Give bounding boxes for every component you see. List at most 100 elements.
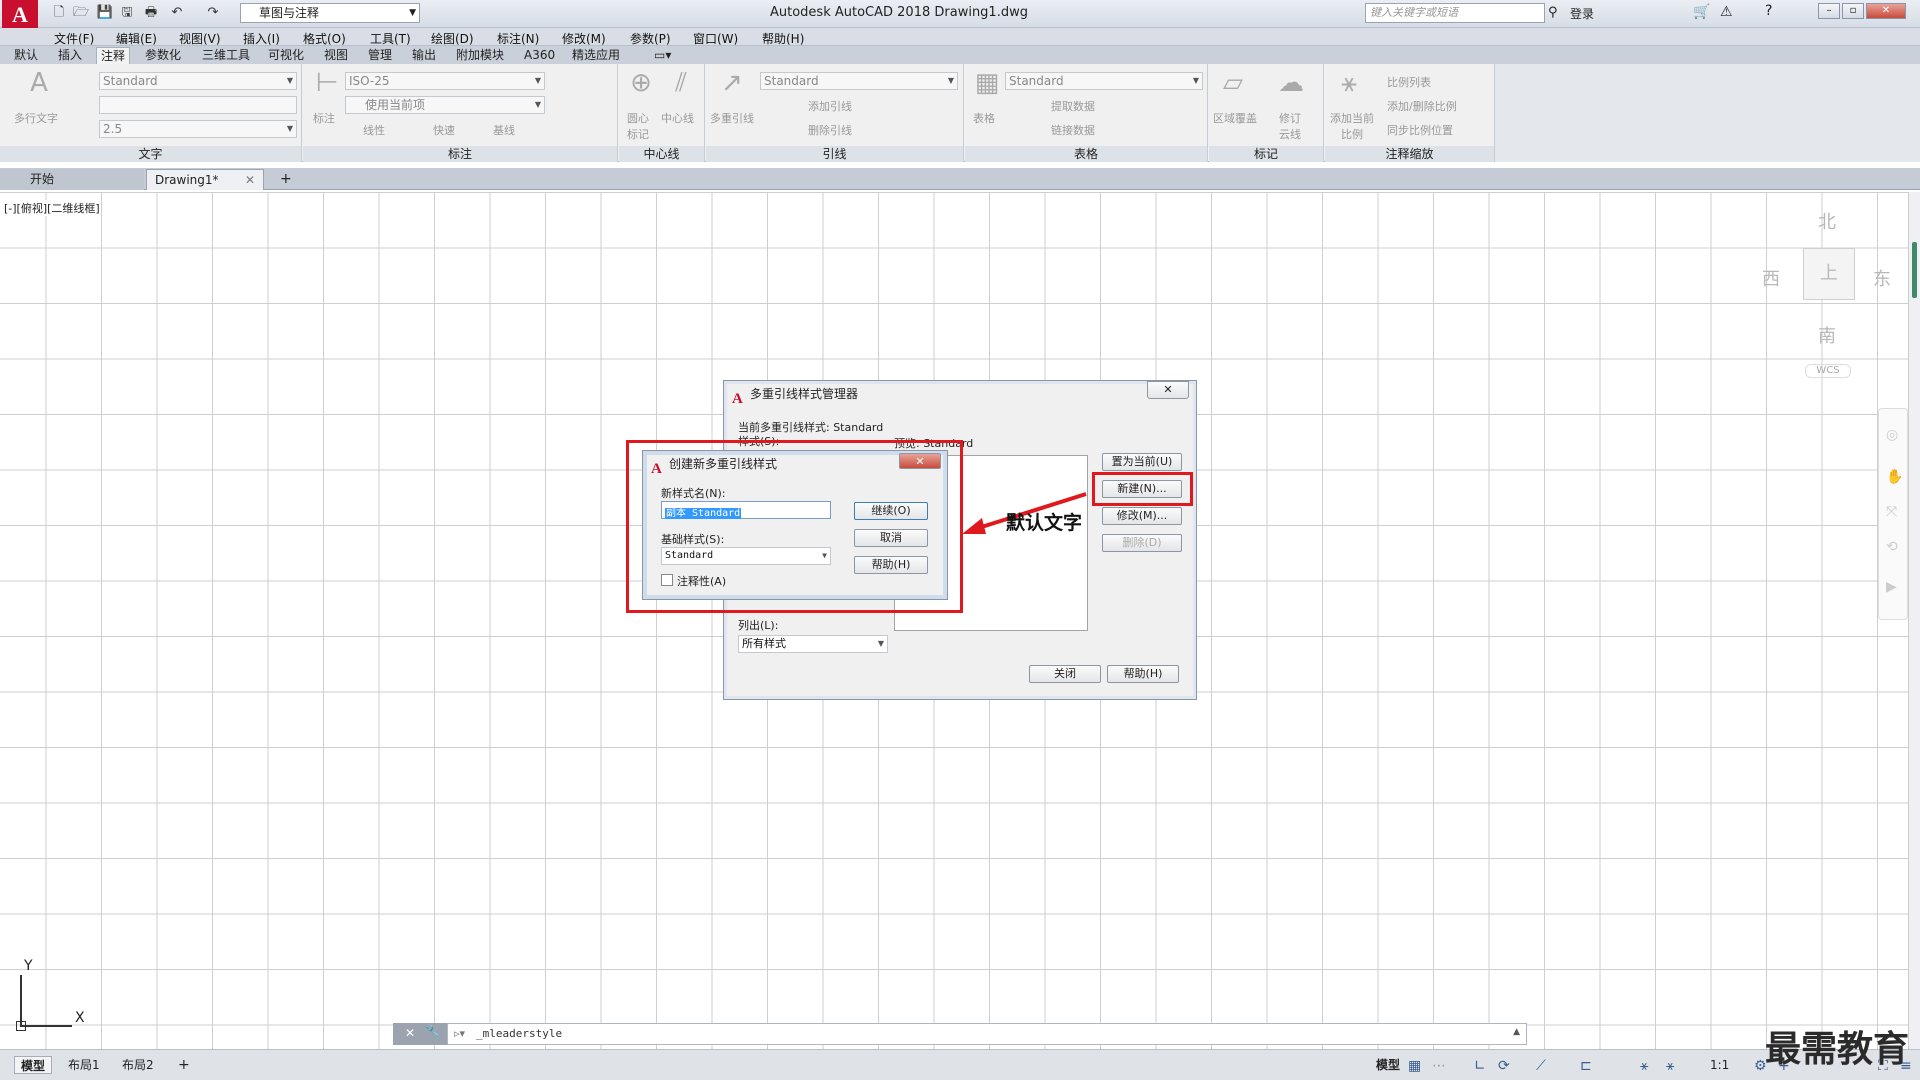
workspace-select[interactable]: 草图与注释 ▼ bbox=[240, 3, 420, 23]
revcloud-icon[interactable]: ☁ bbox=[1273, 68, 1309, 98]
save-as-icon[interactable]: 🖫 bbox=[118, 4, 136, 22]
menu-edit[interactable]: 编辑(E) bbox=[116, 30, 157, 47]
manager-dialog-titlebar[interactable]: A 多重引线样式管理器 bbox=[724, 381, 1196, 407]
viewcube-west[interactable]: 西 bbox=[1762, 265, 1780, 291]
command-line[interactable]: ▹▾ _mleaderstyle ▲ bbox=[447, 1023, 1527, 1045]
extract-data-button[interactable]: 提取数据 bbox=[1051, 98, 1095, 114]
print-icon[interactable]: 🖶 bbox=[142, 4, 160, 22]
ribbon-toggle-icon[interactable]: ▭▾ bbox=[650, 47, 675, 64]
tab-output[interactable]: 输出 bbox=[408, 47, 440, 64]
zoom-icon[interactable]: ⤧ bbox=[1886, 504, 1897, 520]
viewport-label[interactable]: [-][俯视][二维线框] bbox=[4, 200, 100, 216]
leader-style-select[interactable]: Standard ▼ bbox=[760, 72, 958, 90]
ortho-icon[interactable]: ∟ bbox=[1474, 1058, 1486, 1074]
menu-file[interactable]: 文件(F) bbox=[54, 30, 94, 47]
menu-format[interactable]: 格式(O) bbox=[303, 30, 346, 47]
sync-scale-button[interactable]: 同步比例位置 bbox=[1387, 122, 1453, 138]
close-dialog-button[interactable]: 关闭 bbox=[1029, 665, 1101, 683]
menu-tools[interactable]: 工具(T) bbox=[370, 30, 411, 47]
cart-icon[interactable]: 🛒 bbox=[1693, 4, 1710, 20]
help-icon[interactable]: ? bbox=[1765, 3, 1772, 19]
tab-featured-apps[interactable]: 精选应用 bbox=[568, 47, 624, 64]
find-text-input[interactable] bbox=[99, 96, 297, 114]
tab-drawing1[interactable]: Drawing1* ✕ bbox=[146, 169, 264, 190]
tab-manage[interactable]: 管理 bbox=[364, 47, 396, 64]
dim-style-select[interactable]: ISO-25 ▼ bbox=[345, 72, 545, 90]
close-tab-icon[interactable]: ✕ bbox=[245, 170, 255, 190]
login-link[interactable]: 登录 bbox=[1570, 5, 1594, 22]
tab-layout1[interactable]: 布局1 bbox=[62, 1056, 106, 1074]
table-icon[interactable]: ▦ bbox=[969, 68, 1005, 98]
add-scale-icon[interactable]: ⚹ bbox=[1331, 68, 1367, 99]
text-style-select[interactable]: Standard ▼ bbox=[99, 72, 297, 90]
undo-icon[interactable]: ↶ bbox=[168, 4, 186, 22]
menu-insert[interactable]: 插入(I) bbox=[243, 30, 280, 47]
add-delete-scale-button[interactable]: 添加/删除比例 bbox=[1387, 98, 1457, 114]
grid-icon[interactable]: ▦ bbox=[1408, 1058, 1421, 1074]
baseline-dim-button[interactable]: 基线 bbox=[493, 122, 515, 138]
annotation-visibility-icon[interactable]: ⚹ bbox=[1640, 1058, 1648, 1074]
manager-close-icon[interactable]: ✕ bbox=[1147, 381, 1189, 399]
tab-start[interactable]: 开始 bbox=[0, 169, 144, 190]
search-input[interactable]: 键入关键字或短语 bbox=[1365, 3, 1545, 23]
table-panel-title[interactable]: 表格 bbox=[965, 146, 1207, 162]
command-history-icon[interactable]: ▲ bbox=[1513, 1027, 1520, 1037]
text-panel-title[interactable]: 文字 bbox=[0, 146, 301, 162]
scale-list-button[interactable]: 比例列表 bbox=[1387, 74, 1431, 90]
model-space-toggle[interactable]: 模型 bbox=[1370, 1056, 1406, 1074]
orbit-icon[interactable]: ⟲ bbox=[1886, 539, 1898, 555]
maximize-button[interactable]: ▫ bbox=[1842, 3, 1864, 19]
wcs-menu[interactable]: WCS bbox=[1805, 364, 1851, 378]
leader-panel-title[interactable]: 引线 bbox=[706, 146, 963, 162]
auto-scale-icon[interactable]: ⚹ bbox=[1666, 1058, 1674, 1074]
annotation-scale[interactable]: 1:1 bbox=[1704, 1056, 1735, 1074]
center-mark-icon[interactable]: ⊕ bbox=[623, 68, 659, 98]
menu-draw[interactable]: 绘图(D) bbox=[431, 30, 474, 47]
canvas-scrollbar[interactable] bbox=[1908, 192, 1920, 1049]
polar-icon[interactable]: ⟳ bbox=[1498, 1058, 1510, 1074]
wrench-icon[interactable]: 🔧 bbox=[425, 1025, 441, 1040]
tab-insert[interactable]: 插入 bbox=[54, 47, 86, 64]
scrollbar-thumb[interactable] bbox=[1912, 242, 1917, 298]
tab-3d-tools[interactable]: 三维工具 bbox=[198, 47, 254, 64]
showmotion-icon[interactable]: ▶ bbox=[1886, 579, 1897, 595]
wipeout-icon[interactable]: ▱ bbox=[1215, 68, 1251, 98]
linear-dim-button[interactable]: 线性 bbox=[363, 122, 385, 138]
dimension-icon[interactable]: ⊢ bbox=[309, 68, 345, 98]
command-input[interactable]: _mleaderstyle bbox=[476, 1027, 562, 1040]
tab-layout2[interactable]: 布局2 bbox=[116, 1056, 160, 1074]
exchange-icon[interactable]: ⚠ bbox=[1720, 4, 1733, 20]
modify-style-button[interactable]: 修改(M)... bbox=[1102, 507, 1182, 525]
tab-visualize[interactable]: 可视化 bbox=[264, 47, 308, 64]
pan-icon[interactable]: ✋ bbox=[1886, 469, 1903, 485]
osnap-icon[interactable]: ⟋ bbox=[1536, 1058, 1546, 1074]
tab-view[interactable]: 视图 bbox=[320, 47, 352, 64]
dim-layer-select[interactable]: 使用当前项 ▼ bbox=[345, 96, 545, 114]
tab-model[interactable]: 模型 bbox=[14, 1056, 53, 1074]
tab-annotate[interactable]: 注释 bbox=[96, 47, 131, 64]
delete-style-button[interactable]: 删除(D) bbox=[1102, 534, 1182, 552]
new-tab-button[interactable]: + bbox=[274, 169, 296, 190]
menu-window[interactable]: 窗口(W) bbox=[693, 30, 738, 47]
tab-a360[interactable]: A360 bbox=[520, 47, 559, 64]
link-data-button[interactable]: 链接数据 bbox=[1051, 122, 1095, 138]
open-file-icon[interactable]: 🗁 bbox=[72, 4, 90, 22]
new-file-icon[interactable]: 🗋 bbox=[50, 4, 68, 22]
remove-leader-button[interactable]: 删除引线 bbox=[808, 122, 852, 138]
menu-parametric[interactable]: 参数(P) bbox=[630, 30, 671, 47]
centerline-icon[interactable]: ⫽ bbox=[663, 68, 699, 99]
multileader-icon[interactable]: ↗ bbox=[712, 68, 752, 98]
add-leader-button[interactable]: 添加引线 bbox=[808, 98, 852, 114]
text-height-select[interactable]: 2.5 ▼ bbox=[99, 120, 297, 138]
multiline-text-icon[interactable]: A bbox=[20, 68, 58, 98]
binoculars-icon[interactable]: ⚲ bbox=[1548, 5, 1558, 20]
steering-wheel-icon[interactable]: ◎ bbox=[1886, 427, 1898, 443]
set-current-button[interactable]: 置为当前(U) bbox=[1102, 453, 1182, 471]
table-style-select[interactable]: Standard ▼ bbox=[1005, 72, 1203, 90]
menu-help[interactable]: 帮助(H) bbox=[762, 30, 804, 47]
close-button[interactable]: ✕ bbox=[1866, 3, 1906, 19]
lineweight-icon[interactable]: ⊏ bbox=[1580, 1058, 1592, 1074]
close-command-icon[interactable]: ✕ bbox=[405, 1026, 415, 1040]
menu-modify[interactable]: 修改(M) bbox=[562, 30, 606, 47]
dimension-panel-title[interactable]: 标注 bbox=[303, 146, 617, 162]
